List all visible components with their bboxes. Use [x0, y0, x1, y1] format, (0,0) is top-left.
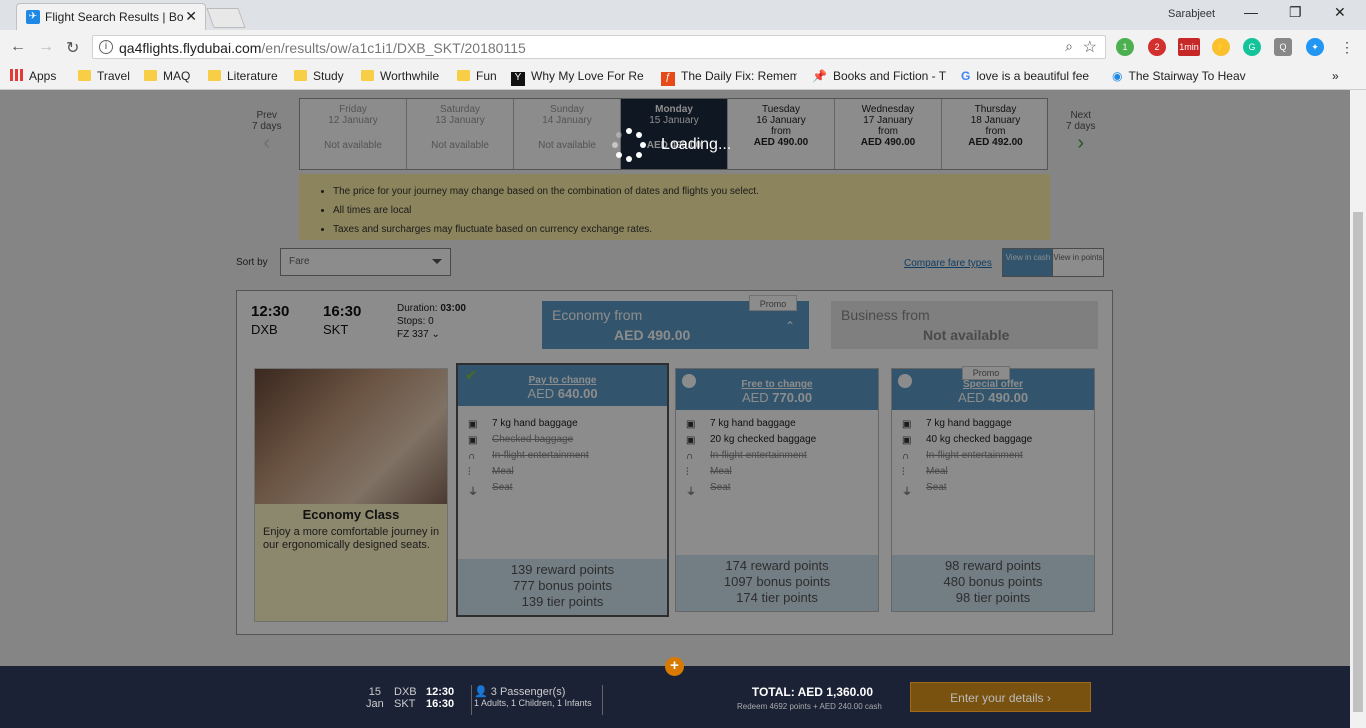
profile-name[interactable]: Sarabjeet	[1168, 8, 1215, 20]
summary-route: DXB SKT	[394, 686, 417, 710]
bookmark-link[interactable]: Y Why My Love For Re	[511, 69, 649, 86]
back-icon[interactable]: ←	[10, 38, 26, 56]
bookmark-folder[interactable]: Fun	[457, 69, 497, 83]
url-host: qa4flights.flydubai.com	[119, 40, 262, 56]
browser-tabstrip: ✈ Flight Search Results | Bo ✕ Sarabjeet…	[0, 0, 1366, 30]
address-bar[interactable]: i qa4flights.flydubai.com/en/results/ow/…	[92, 35, 1106, 59]
minimize-icon[interactable]: —	[1244, 4, 1258, 20]
expand-plus-icon[interactable]: +	[665, 657, 684, 676]
loading-overlay	[0, 90, 1350, 666]
scroll-favicon-icon: ƒ	[661, 72, 675, 86]
bookmark-folder[interactable]: Literature	[208, 69, 278, 83]
tab-title: Flight Search Results | Bo	[45, 10, 184, 24]
close-window-icon[interactable]: ✕	[1334, 4, 1346, 21]
scrollbar-thumb[interactable]	[1353, 212, 1363, 712]
grammarly-icon[interactable]: G	[1243, 38, 1261, 56]
summary-date: 15 Jan	[366, 686, 384, 710]
google-icon: G	[961, 69, 971, 83]
pin-icon: 📌	[812, 69, 827, 83]
person-icon: 👤	[474, 686, 488, 698]
close-tab-icon[interactable]: ✕	[185, 8, 197, 25]
bookmark-link[interactable]: ◉ The Stairway To Heav	[1112, 69, 1248, 83]
booking-summary-bar: + 15 Jan DXB SKT 12:30 16:30 👤 3 Passenger(…	[0, 657, 1350, 728]
folder-icon	[144, 70, 157, 81]
bookmark-folder[interactable]: MAQ	[144, 69, 190, 83]
bookmarks-bar: Apps Travel MAQ Literature Study Worthwh…	[0, 64, 1366, 90]
forward-icon[interactable]: →	[38, 38, 54, 56]
restore-icon[interactable]: ❐	[1289, 4, 1302, 21]
enter-your-details-button[interactable]: Enter your details ›	[910, 682, 1091, 712]
folder-icon	[361, 70, 374, 81]
extension-icon[interactable]: 1	[1116, 38, 1134, 56]
new-tab-button[interactable]	[206, 8, 246, 28]
bookmark-folder[interactable]: Travel	[78, 69, 130, 83]
zoom-icon[interactable]: ⌕	[1065, 38, 1073, 55]
flydubai-favicon-icon: ✈	[26, 10, 40, 24]
extension-icon[interactable]: 1min	[1178, 38, 1200, 56]
location-icon: ◉	[1112, 69, 1123, 83]
bookmark-star-icon[interactable]: ☆	[1083, 37, 1097, 57]
apps-icon	[10, 69, 23, 81]
folder-icon	[208, 70, 221, 81]
summary-total: TOTAL: AED 1,360.00	[751, 685, 873, 699]
more-bookmarks-icon[interactable]: »	[1332, 69, 1339, 83]
url-text[interactable]: qa4flights.flydubai.com/en/results/ow/a1…	[119, 40, 526, 56]
summary-passengers: 👤 3 Passenger(s) 1 Adults, 1 Children, 1 …	[471, 685, 603, 715]
bookmark-link[interactable]: Glove is a beautiful fee	[961, 69, 1097, 83]
folder-icon	[294, 70, 307, 81]
spinner-icon	[612, 128, 646, 162]
bookmark-folder[interactable]: Study	[294, 69, 344, 83]
summary-redeem: Redeem 4692 points + AED 240.00 cash	[737, 702, 882, 711]
y-favicon-icon: Y	[511, 72, 525, 86]
extension-icon[interactable]: Q	[1274, 38, 1292, 56]
bookmark-link[interactable]: ƒ The Daily Fix: Remem	[661, 69, 797, 86]
reload-icon[interactable]: ↻	[66, 38, 79, 58]
extension-icon[interactable]: 2	[1148, 38, 1166, 56]
bookmark-folder[interactable]: Worthwhile	[361, 69, 439, 83]
summary-times: 12:30 16:30	[426, 686, 455, 710]
bookmark-apps[interactable]: Apps	[10, 69, 56, 83]
extension-icon[interactable]: ⚡	[1212, 38, 1230, 56]
bookmark-link[interactable]: 📌 Books and Fiction - T	[812, 69, 947, 83]
info-icon[interactable]: i	[99, 40, 113, 54]
browser-tab[interactable]: ✈ Flight Search Results | Bo ✕	[16, 3, 206, 30]
page-scrollbar[interactable]	[1350, 90, 1366, 728]
menu-icon[interactable]: ⋮	[1338, 38, 1356, 56]
folder-icon	[78, 70, 91, 81]
folder-icon	[457, 70, 470, 81]
extension-icon[interactable]: ✦	[1306, 38, 1324, 56]
url-path: /en/results/ow/a1c1i1/DXB_SKT/20180115	[261, 40, 526, 56]
loading-indicator: Loading...	[612, 128, 752, 168]
